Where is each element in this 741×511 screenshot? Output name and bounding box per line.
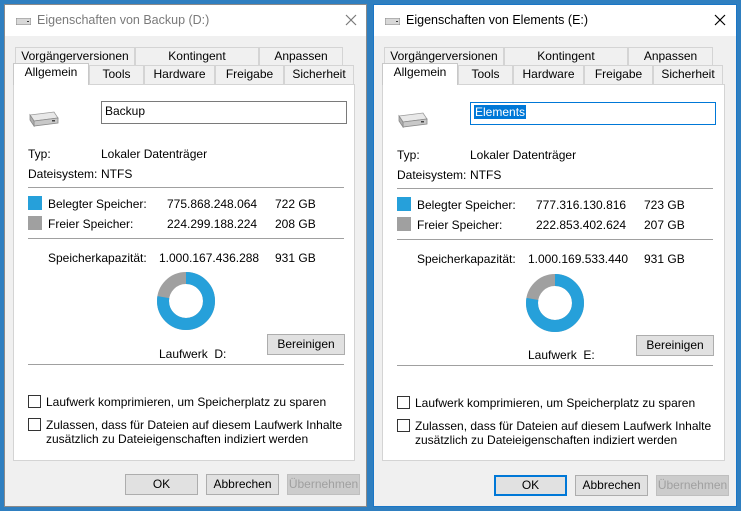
volume-name-value: Elements (474, 105, 527, 119)
capacity-bytes: 1.000.167.436.288 (159, 251, 260, 265)
separator (397, 188, 713, 189)
title-bar[interactable]: Eigenschaften von Backup (D:) (5, 5, 366, 36)
free-space-bytes: 222.853.402.624 (536, 218, 627, 232)
close-icon (345, 14, 357, 26)
tab-tools[interactable]: Tools (89, 65, 144, 84)
volume-name-input[interactable]: Backup (101, 101, 347, 124)
apply-button[interactable]: Übernehmen (656, 475, 729, 496)
usage-donut-chart (526, 274, 584, 332)
drive-letter-label: Laufwerk D: (159, 347, 227, 361)
used-space-bytes: 777.316.130.816 (536, 198, 627, 212)
used-space-bytes: 775.868.248.064 (167, 197, 258, 211)
type-label: Typ: (397, 148, 420, 162)
compress-drive-checkbox[interactable] (397, 396, 410, 409)
tab-tools[interactable]: Tools (458, 65, 513, 84)
index-contents-label-2: zusätzlich zu Dateieigenschaften indizie… (415, 433, 678, 447)
tab-kontingent[interactable]: Kontingent (135, 47, 259, 66)
drive-icon (16, 18, 31, 25)
free-space-bytes: 224.299.188.224 (167, 217, 258, 231)
used-space-swatch (397, 197, 411, 211)
tab-hardware[interactable]: Hardware (513, 65, 584, 84)
free-space-swatch (28, 216, 42, 230)
index-contents-checkbox[interactable] (397, 419, 410, 432)
cleanup-button[interactable]: Bereinigen (267, 334, 345, 355)
type-value: Lokaler Datenträger (470, 148, 577, 162)
usage-donut-chart (157, 272, 215, 330)
volume-name-value: Backup (105, 104, 146, 118)
drive-icon (29, 111, 59, 127)
capacity-bytes: 1.000.169.533.440 (528, 252, 629, 266)
title-bar[interactable]: Eigenschaften von Elements (E:) (374, 5, 736, 36)
index-contents-label-2: zusätzlich zu Dateieigenschaften indizie… (46, 432, 309, 446)
tab-freigabe[interactable]: Freigabe (584, 65, 653, 84)
free-space-label: Freier Speicher: (417, 218, 503, 232)
index-contents-label-1: Zulassen, dass für Dateien auf diesem La… (415, 419, 712, 433)
tab-panel-allgemein: Backup Typ: Lokaler Datenträger Dateisys… (13, 84, 355, 461)
free-space-swatch (397, 217, 411, 231)
cancel-button[interactable]: Abbrechen (575, 475, 648, 496)
properties-dialog-elements: Eigenschaften von Elements (E:) Vorgänge… (373, 4, 737, 507)
close-icon (714, 14, 726, 26)
index-contents-checkbox[interactable] (28, 418, 41, 431)
filesystem-value: NTFS (470, 168, 502, 182)
volume-name-input[interactable]: Elements (470, 102, 716, 125)
ok-button[interactable]: OK (494, 475, 567, 496)
separator (28, 238, 344, 239)
free-space-label: Freier Speicher: (48, 217, 134, 231)
tab-freigabe[interactable]: Freigabe (215, 65, 284, 84)
used-space-swatch (28, 196, 42, 210)
free-space-gb: 208 GB (275, 217, 316, 231)
drive-icon (398, 112, 428, 128)
separator (28, 364, 344, 365)
used-space-gb: 722 GB (275, 197, 316, 211)
tab-sicherheit[interactable]: Sicherheit (284, 65, 354, 84)
compress-drive-label: Laufwerk komprimieren, um Speicherplatz … (46, 395, 327, 409)
apply-button[interactable]: Übernehmen (287, 474, 360, 495)
tab-allgemein[interactable]: Allgemein (13, 63, 89, 85)
capacity-gb: 931 GB (644, 252, 685, 266)
tab-allgemein[interactable]: Allgemein (382, 63, 458, 85)
separator (28, 187, 344, 188)
cleanup-button[interactable]: Bereinigen (636, 335, 714, 356)
tab-kontingent[interactable]: Kontingent (504, 47, 628, 66)
compress-drive-checkbox[interactable] (28, 395, 41, 408)
index-contents-label-1: Zulassen, dass für Dateien auf diesem La… (46, 418, 343, 432)
properties-dialog-backup: Eigenschaften von Backup (D:) Vorgängerv… (4, 4, 367, 507)
used-space-label: Belegter Speicher: (48, 197, 147, 211)
filesystem-value: NTFS (101, 167, 133, 181)
tab-anpassen[interactable]: Anpassen (628, 47, 713, 66)
compress-drive-label: Laufwerk komprimieren, um Speicherplatz … (415, 396, 696, 410)
tab-sicherheit[interactable]: Sicherheit (653, 65, 723, 84)
tab-panel-allgemein: Elements Typ: Lokaler Datenträger Dateis… (382, 84, 725, 461)
filesystem-label: Dateisystem: (28, 167, 98, 181)
capacity-label: Speicherkapazität: (417, 252, 516, 266)
drive-letter-label: Laufwerk E: (528, 348, 595, 362)
window-title: Eigenschaften von Backup (D:) (37, 13, 210, 27)
window-title: Eigenschaften von Elements (E:) (406, 13, 589, 27)
used-space-gb: 723 GB (644, 198, 685, 212)
separator (397, 239, 713, 240)
separator (397, 365, 713, 366)
capacity-gb: 931 GB (275, 251, 316, 265)
close-button[interactable] (705, 8, 735, 32)
used-space-label: Belegter Speicher: (417, 198, 516, 212)
drive-icon (385, 18, 400, 25)
type-label: Typ: (28, 147, 51, 161)
tab-anpassen[interactable]: Anpassen (259, 47, 343, 66)
close-button[interactable] (336, 8, 366, 32)
capacity-label: Speicherkapazität: (48, 251, 147, 265)
filesystem-label: Dateisystem: (397, 168, 467, 182)
tab-hardware[interactable]: Hardware (144, 65, 215, 84)
type-value: Lokaler Datenträger (101, 147, 208, 161)
ok-button[interactable]: OK (125, 474, 198, 495)
free-space-gb: 207 GB (644, 218, 685, 232)
cancel-button[interactable]: Abbrechen (206, 474, 279, 495)
